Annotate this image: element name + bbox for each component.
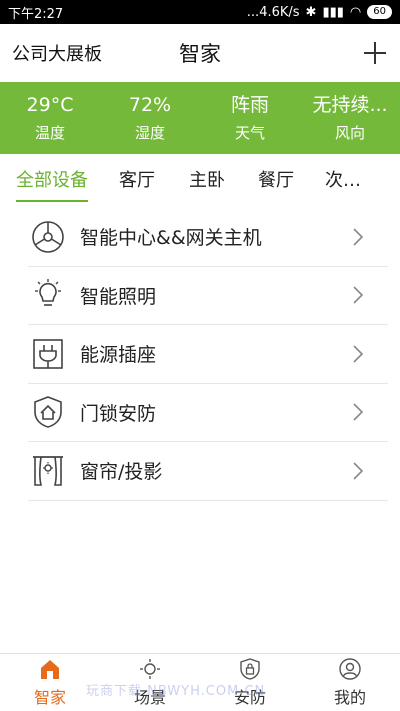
chevron-right-icon: [353, 286, 364, 304]
weather-humidity: 72% 湿度: [100, 82, 200, 154]
wifi-icon: ◠: [349, 4, 362, 20]
list-item-curtain[interactable]: 窗帘/投影: [28, 442, 388, 501]
temperature-value: 29°C: [26, 94, 74, 116]
tab-master-bedroom[interactable]: 主卧: [189, 154, 225, 204]
bluetooth-icon: ✱: [305, 4, 317, 20]
chevron-right-icon: [353, 462, 364, 480]
condition-value: 阵雨: [230, 94, 269, 116]
list-item-power-socket[interactable]: 能源插座: [28, 325, 388, 384]
app-header: 公司大展板 智家: [0, 24, 400, 82]
chevron-right-icon: [353, 403, 364, 421]
nav-security[interactable]: 安防: [200, 654, 300, 711]
bulb-icon: [28, 275, 68, 315]
weather-condition: 阵雨 天气: [200, 82, 300, 154]
weather-wind: 无持续... 风向: [300, 82, 400, 154]
list-item-door-lock[interactable]: 门锁安防: [28, 384, 388, 442]
nav-profile-label: 我的: [333, 687, 366, 707]
nav-home[interactable]: 智家: [0, 654, 100, 711]
list-item-hub[interactable]: 智能中心&&网关主机: [28, 208, 388, 267]
list-item-label: 智能中心&&网关主机: [80, 227, 262, 250]
tab-living-room[interactable]: 客厅: [119, 154, 155, 204]
bottom-nav: 智家 场景 安防 我的: [0, 653, 400, 711]
wind-value: 无持续...: [312, 94, 388, 116]
security-icon: [240, 657, 260, 680]
nav-scene[interactable]: 场景: [100, 654, 200, 711]
humidity-value: 72%: [128, 94, 172, 116]
device-category-list: 智能中心&&网关主机 智能照明 能源插座 门锁安防 窗帘/投影: [28, 208, 388, 501]
battery-icon: 60: [367, 5, 392, 19]
scene-icon: [140, 658, 160, 679]
board-selector[interactable]: 公司大展板: [12, 40, 102, 66]
tab-dining-room[interactable]: 餐厅: [258, 154, 294, 204]
wind-label: 风向: [334, 124, 365, 142]
status-bar: 下午2:27 ...4.6K/s ✱ ▮▮▮ ◠ 60: [0, 0, 400, 24]
nav-scene-label: 场景: [133, 687, 166, 707]
chevron-right-icon: [353, 228, 364, 246]
shield-home-icon: [28, 392, 68, 432]
list-item-label: 能源插座: [80, 344, 157, 367]
curtain-icon: [28, 451, 68, 491]
condition-label: 天气: [234, 124, 265, 142]
nav-security-label: 安防: [233, 687, 266, 707]
tab-more[interactable]: 次…: [325, 154, 361, 204]
humidity-label: 湿度: [134, 124, 165, 142]
profile-icon: [339, 657, 361, 680]
status-icons: ...4.6K/s ✱ ▮▮▮ ◠ 60: [247, 5, 392, 20]
network-speed: ...4.6K/s: [246, 4, 300, 20]
list-item-label: 窗帘/投影: [80, 461, 163, 484]
room-tabs: 全部设备 客厅 主卧 餐厅 次…: [0, 154, 400, 204]
plug-icon: [28, 334, 68, 374]
add-icon[interactable]: [362, 40, 388, 66]
tab-all-devices[interactable]: 全部设备: [16, 154, 88, 204]
weather-temperature: 29°C 温度: [0, 82, 100, 154]
list-item-lighting[interactable]: 智能照明: [28, 267, 388, 325]
nav-home-label: 智家: [33, 687, 66, 707]
signal-icon: ▮▮▮: [322, 4, 344, 20]
home-icon: [41, 659, 59, 679]
chevron-right-icon: [353, 345, 364, 363]
nav-profile[interactable]: 我的: [300, 654, 400, 711]
temperature-label: 温度: [34, 124, 65, 142]
list-item-label: 智能照明: [80, 285, 157, 308]
hub-icon: [28, 217, 68, 257]
list-item-label: 门锁安防: [80, 402, 157, 425]
weather-banner: 29°C 温度 72% 湿度 阵雨 天气 无持续... 风向: [0, 82, 400, 154]
status-time: 下午2:27: [8, 6, 64, 22]
